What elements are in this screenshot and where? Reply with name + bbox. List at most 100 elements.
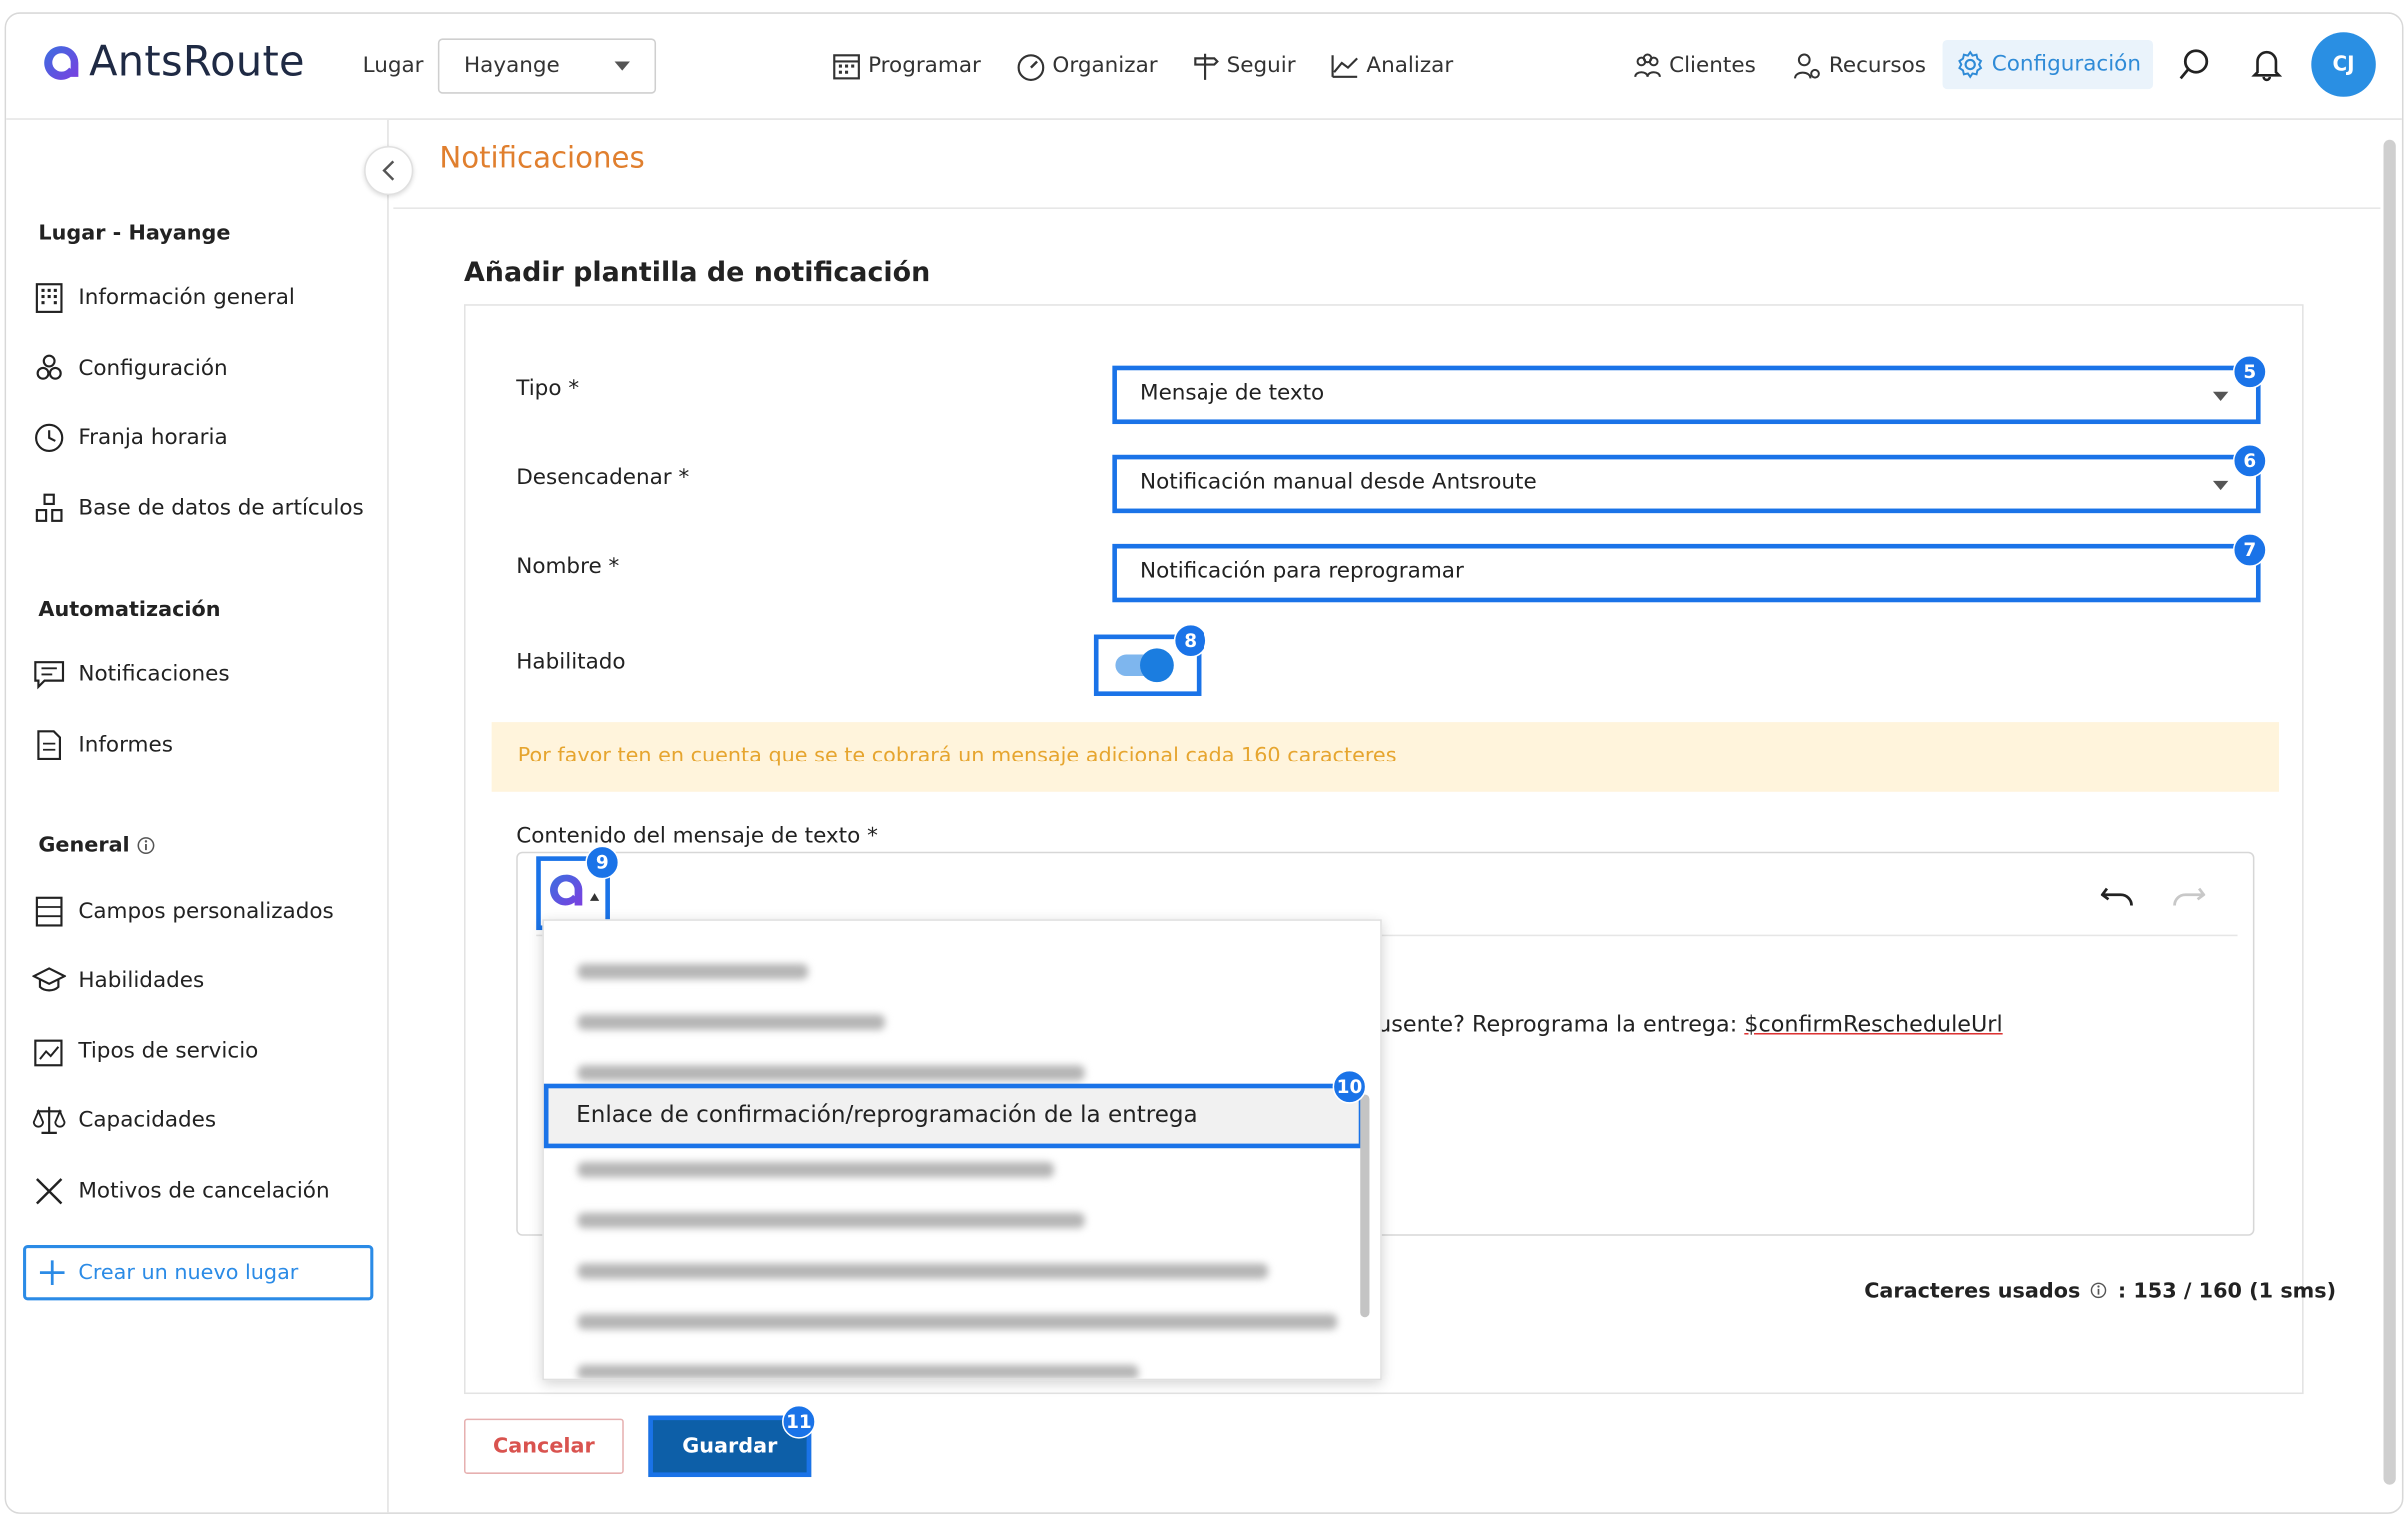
tipo-select[interactable]: Mensaje de texto xyxy=(1112,365,2261,425)
chevron-left-icon xyxy=(382,160,395,181)
sidebar-item-label: Tipos de servicio xyxy=(78,1039,259,1064)
user-gear-icon xyxy=(1794,53,1820,79)
variable-dropdown xyxy=(542,919,1382,1381)
step-badge-9: 9 xyxy=(585,845,620,880)
step-badge-10: 10 xyxy=(1332,1069,1367,1104)
top-navigation-bar: AntsRoute Lugar Hayange Programar Organi… xyxy=(6,13,2402,120)
antsroute-logo[interactable]: AntsRoute xyxy=(40,38,305,86)
plus-icon xyxy=(39,1260,65,1285)
user-avatar[interactable]: CJ xyxy=(2311,32,2376,97)
lugar-select[interactable]: Hayange xyxy=(437,38,657,94)
page-scrollbar[interactable] xyxy=(2383,139,2396,1485)
info-icon[interactable] xyxy=(2091,1282,2108,1299)
sidebar-item-label: Información general xyxy=(78,285,295,311)
boxes-icon xyxy=(35,493,63,522)
gauge-icon xyxy=(1017,54,1045,81)
name-input[interactable]: Notificación para reprogramar xyxy=(1112,543,2261,603)
nav-clientes[interactable]: Clientes xyxy=(1632,51,1756,82)
nav-recursos[interactable]: Recursos xyxy=(1792,51,1926,82)
sidebar-item-base-de-datos[interactable]: Base de datos de artículos xyxy=(32,492,364,526)
step-badge-7: 7 xyxy=(2232,533,2267,567)
sidebar-item-label: Motivos de cancelación xyxy=(78,1178,330,1204)
characters-used-value: : 153 / 160 (1 sms) xyxy=(2117,1278,2337,1304)
collapse-sidebar-button[interactable] xyxy=(364,145,414,196)
tipo-select-value: Mensaje de texto xyxy=(1140,381,1325,406)
dropdown-scrollbar[interactable] xyxy=(1360,1094,1370,1318)
sidebar-item-campos-personalizados[interactable]: Campos personalizados xyxy=(32,895,334,929)
nav-programar-label: Programar xyxy=(868,53,981,79)
sms-content-text[interactable]: usente? Reprograma la entrega: $confirmR… xyxy=(1377,1013,2003,1038)
antsroute-logo-icon xyxy=(44,45,79,80)
chevron-down-icon xyxy=(2212,480,2229,491)
sidebar-item-configuracion[interactable]: Configuración xyxy=(32,352,228,386)
lugar-label: Lugar xyxy=(362,53,424,79)
name-input-value: Notificación para reprogramar xyxy=(1140,559,1464,584)
bell-icon[interactable] xyxy=(2251,48,2283,82)
chart-icon xyxy=(1331,55,1358,78)
cancel-button[interactable]: Cancelar xyxy=(463,1418,624,1474)
message-icon xyxy=(34,661,65,690)
sidebar-item-notificaciones[interactable]: Notificaciones xyxy=(32,658,230,692)
sidebar-item-informacion-general[interactable]: Información general xyxy=(32,281,295,315)
sms-content-visible-text: usente? Reprograma la entrega: xyxy=(1377,1013,1745,1038)
trigger-select-value: Notificación manual desde Antsroute xyxy=(1140,470,1537,495)
antsroute-variable-icon xyxy=(550,874,583,906)
scale-icon xyxy=(32,1106,66,1134)
page-title: Notificaciones xyxy=(439,141,645,176)
sidebar-section-automatizacion: Automatización xyxy=(38,597,221,623)
sms-warning-text: Por favor ten en cuenta que se te cobrar… xyxy=(517,743,1397,768)
sidebar-item-capacidades[interactable]: Capacidades xyxy=(32,1104,216,1138)
create-new-place-label: Crear un nuevo lugar xyxy=(78,1260,299,1285)
sidebar-item-franja-horaria[interactable]: Franja horaria xyxy=(32,421,228,455)
nav-organizar-label: Organizar xyxy=(1052,53,1158,79)
nav-analizar[interactable]: Analizar xyxy=(1330,51,1454,82)
nav-seguir-label: Seguir xyxy=(1226,53,1296,79)
nav-seguir[interactable]: Seguir xyxy=(1191,51,1296,82)
caret-up-icon xyxy=(589,893,600,901)
nav-organizar[interactable]: Organizar xyxy=(1016,51,1158,82)
building-icon xyxy=(35,283,63,313)
trigger-select[interactable]: Notificación manual desde Antsroute xyxy=(1112,454,2261,514)
step-badge-8: 8 xyxy=(1173,623,1207,658)
undo-icon[interactable] xyxy=(2100,884,2135,906)
sms-content-variable: $confirmRescheduleUrl xyxy=(1744,1013,2003,1038)
sidebar-item-informes[interactable]: Informes xyxy=(32,728,173,761)
info-icon[interactable] xyxy=(137,836,156,855)
sidebar-item-habilidades[interactable]: Habilidades xyxy=(32,964,204,998)
redo-icon[interactable] xyxy=(2171,884,2206,906)
sidebar-item-label: Configuración xyxy=(78,356,228,382)
gear-icon xyxy=(1958,50,1983,79)
logo-text: AntsRoute xyxy=(89,38,305,87)
sidebar-item-tipos-de-servicio[interactable]: Tipos de servicio xyxy=(32,1035,258,1069)
nav-analizar-label: Analizar xyxy=(1366,53,1454,79)
sidebar-item-label: Habilidades xyxy=(78,968,205,994)
users-icon xyxy=(1634,53,1661,78)
sidebar-item-label: Campos personalizados xyxy=(78,899,334,924)
search-icon[interactable] xyxy=(2178,48,2212,82)
content-label: Contenido del mensaje de texto * xyxy=(516,824,878,849)
dropdown-blurred-items xyxy=(577,963,1338,1379)
sidebar-item-label: Base de datos de artículos xyxy=(78,496,364,521)
sidebar-item-label: Informes xyxy=(78,732,173,758)
signpost-icon xyxy=(1194,53,1219,80)
step-badge-6: 6 xyxy=(2232,444,2267,478)
nav-configuracion-label: Configuración xyxy=(1991,52,2141,77)
nav-recursos-label: Recursos xyxy=(1828,53,1926,79)
form-title: Añadir plantilla de notificación xyxy=(463,258,931,289)
nav-programar[interactable]: Programar xyxy=(831,51,981,82)
list-icon xyxy=(35,896,63,927)
create-new-place-button[interactable]: Crear un nuevo lugar xyxy=(23,1245,374,1301)
chevron-down-icon xyxy=(614,61,630,71)
dropdown-item-label: Enlace de confirmación/reprogramación de… xyxy=(576,1100,1198,1129)
sidebar: Lugar - Hayange Información general Conf… xyxy=(6,119,389,1513)
tipo-label: Tipo * xyxy=(516,376,580,402)
calendar-icon xyxy=(833,54,860,80)
nav-configuracion[interactable]: Configuración xyxy=(1942,39,2154,90)
clock-icon xyxy=(35,423,64,453)
characters-used-label: Caracteres usados xyxy=(1864,1278,2081,1304)
sidebar-item-motivos-de-cancelacion[interactable]: Motivos de cancelación xyxy=(32,1174,330,1208)
cogs-icon xyxy=(36,354,62,380)
calendar-chart-icon xyxy=(34,1039,63,1067)
step-badge-11: 11 xyxy=(782,1404,816,1439)
dropdown-item-confirm-reschedule-link[interactable]: Enlace de confirmación/reprogramación de… xyxy=(543,1083,1364,1149)
